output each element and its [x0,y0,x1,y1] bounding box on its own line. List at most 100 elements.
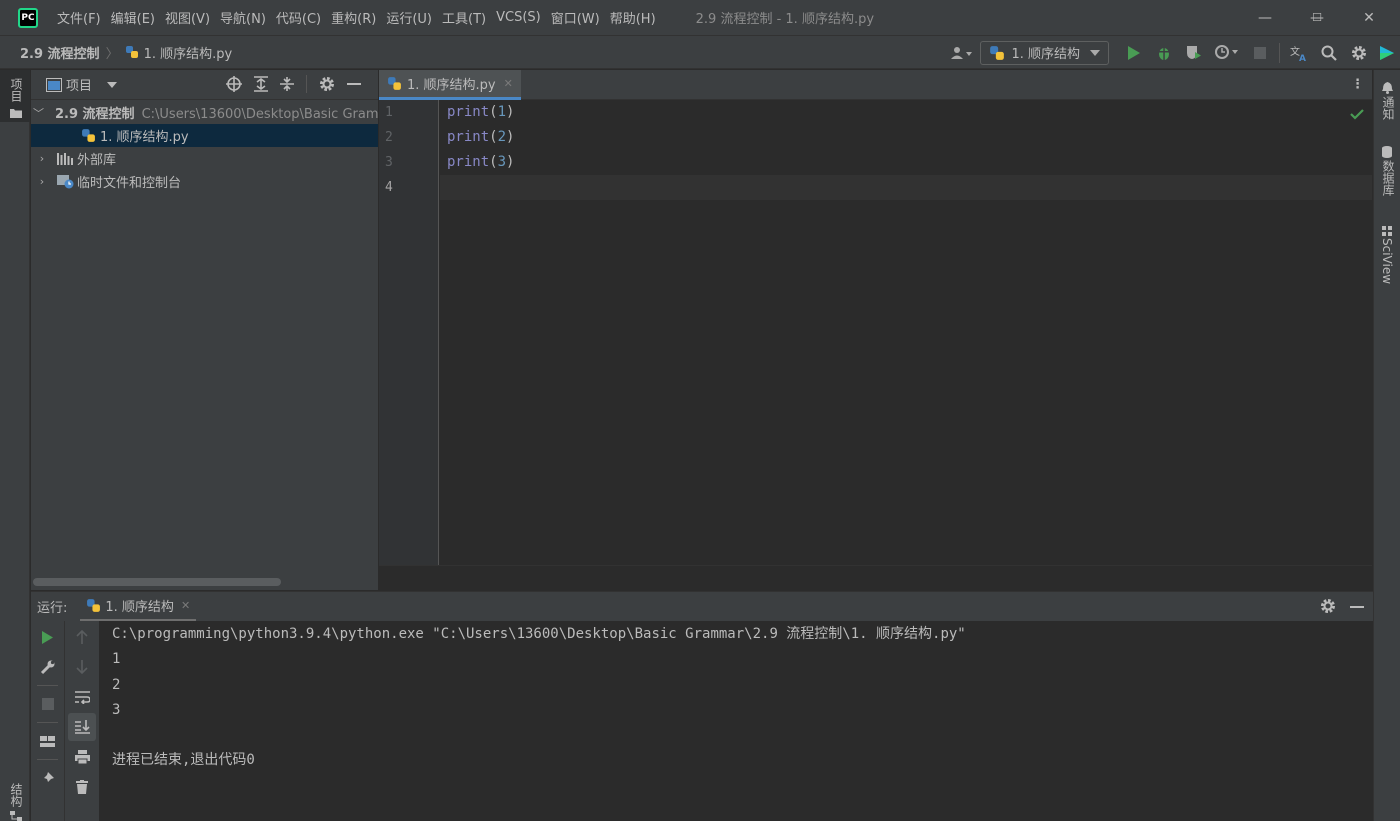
run-config-label: 1. 顺序结构 [1011,47,1080,62]
gear-icon[interactable] [319,76,335,92]
code-with-me-button[interactable] [1374,38,1400,68]
divider [37,722,58,723]
tree-root-name: 2.9 流程控制 [55,107,135,122]
database-tab-label: 数据库 [1381,160,1395,196]
menu-tools[interactable]: 工具(T) [437,8,491,27]
settings-button[interactable] [1344,38,1374,68]
clear-all-button[interactable] [68,773,96,801]
menu-window[interactable]: 窗口(W) [546,8,605,27]
chevron-down-icon[interactable]: ﹀ [33,105,44,121]
breadcrumb-separator-icon: 〉 [105,46,119,62]
stop-button[interactable] [1245,38,1275,68]
soft-wrap-button[interactable] [68,683,96,711]
chevron-right-icon[interactable]: › [33,152,51,165]
project-horizontal-scrollbar[interactable] [33,578,281,586]
minimize-button-2[interactable]: — [1240,0,1290,35]
sciview-tool-tab[interactable]: SciView [1374,224,1400,294]
menu-view[interactable]: 视图(V) [160,8,215,27]
rerun-button[interactable] [34,623,62,651]
menu-code[interactable]: 代码(C) [271,8,326,27]
layout-button[interactable] [34,727,62,755]
vcs-user-button[interactable] [944,38,980,68]
run-configuration-select[interactable]: 1. 顺序结构 [980,40,1109,65]
toolbar-divider [1279,42,1280,63]
checkmark-icon[interactable] [1350,109,1364,120]
play-icon [1128,45,1140,60]
menu-run[interactable]: 运行(U) [381,8,437,27]
structure-icon [10,811,22,821]
project-panel: 项目 ﹀ 2.9 流程控制 C:\Users\13600\Desktop\Bas… [31,70,378,590]
close-tab-icon[interactable]: ✕ [504,77,513,90]
locate-file-icon[interactable] [226,76,242,92]
breadcrumb-file[interactable]: 1. 顺序结构.py [144,43,233,62]
menu-refactor[interactable]: 重构(R) [326,8,381,27]
project-panel-actions [226,75,361,93]
python-icon [87,598,101,612]
sciview-tab-label: SciView [1380,238,1394,285]
print-button[interactable] [68,743,96,771]
code-line[interactable]: print(3) [440,150,1372,175]
scroll-to-end-button[interactable] [68,713,96,741]
breadcrumb-root[interactable]: 2.9 流程控制 [20,43,100,62]
database-icon [1382,146,1392,158]
editor-tab-active[interactable]: 1. 顺序结构.py ✕ [379,70,521,100]
run-console-output[interactable]: C:\programming\python3.9.4\python.exe "C… [99,621,1373,821]
debug-button[interactable] [1149,38,1179,68]
code-editor[interactable]: print(1) print(2) print(3) [440,100,1372,565]
profile-button[interactable] [1209,38,1245,68]
code-line[interactable]: print(1) [440,100,1372,125]
run-button[interactable] [1119,38,1149,68]
hide-panel-icon[interactable] [1350,606,1364,608]
run-tab[interactable]: 1. 顺序结构 ✕ [80,592,197,622]
project-tab-label: 项目 [9,78,23,102]
notifications-tab-label: 通知 [1381,96,1395,120]
expand-all-icon[interactable] [254,76,268,92]
collapse-all-icon[interactable] [280,76,294,92]
structure-tab-label: 结构 [9,783,23,807]
scroll-up-button[interactable] [68,623,96,651]
pycharm-logo-icon[interactable]: PC [18,7,38,28]
code-line[interactable] [440,175,1372,200]
trash-icon [76,780,88,794]
chevron-right-icon[interactable]: › [33,175,51,188]
divider [37,759,58,760]
tree-external-libs-row[interactable]: › 外部库 [31,147,378,170]
edit-config-button[interactable] [34,653,62,681]
run-toolbar-primary [31,621,64,821]
more-options-icon[interactable]: ⋮ [1351,77,1364,92]
menu-navigate[interactable]: 导航(N) [215,8,271,27]
stop-button[interactable] [34,690,62,718]
menu-vcs[interactable]: VCS(S) [491,10,546,25]
project-panel-title[interactable]: 项目 [66,75,92,94]
translate-button[interactable]: 文A [1284,38,1314,68]
tree-file-row[interactable]: 1. 顺序结构.py [31,124,378,147]
console-line-command: C:\programming\python3.9.4\python.exe "C… [112,626,966,642]
chevron-down-icon[interactable] [107,81,118,88]
pin-icon [41,771,54,785]
database-tool-tab[interactable]: 数据库 [1374,144,1400,204]
menu-file[interactable]: 文件(F) [52,8,106,27]
toolbar: 1. 顺序结构 文A [944,36,1400,69]
coverage-button[interactable] [1179,38,1209,68]
pin-tab-button[interactable] [34,764,62,792]
jetbrains-plugin-icon [1380,45,1394,60]
code-line[interactable]: print(2) [440,125,1372,150]
scroll-down-button[interactable] [68,653,96,681]
structure-tool-tab[interactable]: 结构 [0,775,30,821]
folder-icon [10,109,22,118]
project-tool-tab[interactable]: 项目 [0,70,30,122]
tree-scratches-row[interactable]: › 临时文件和控制台 [31,170,378,193]
maximize-button[interactable]: ☐ [1292,0,1342,35]
search-button[interactable] [1314,38,1344,68]
arrow-down-icon [76,660,88,674]
close-window-button[interactable]: ✕ [1344,0,1394,35]
menu-help[interactable]: 帮助(H) [605,8,661,27]
project-panel-header: 项目 [31,70,378,100]
hide-panel-icon[interactable] [347,83,361,85]
close-icon: ✕ [1363,9,1375,26]
tree-root-row[interactable]: ﹀ 2.9 流程控制 C:\Users\13600\Desktop\Basic … [31,101,378,124]
gear-icon[interactable] [1320,598,1336,614]
close-tab-icon[interactable]: ✕ [181,599,190,612]
menu-edit[interactable]: 编辑(E) [106,8,160,27]
notifications-tool-tab[interactable]: 通知 [1374,80,1400,130]
